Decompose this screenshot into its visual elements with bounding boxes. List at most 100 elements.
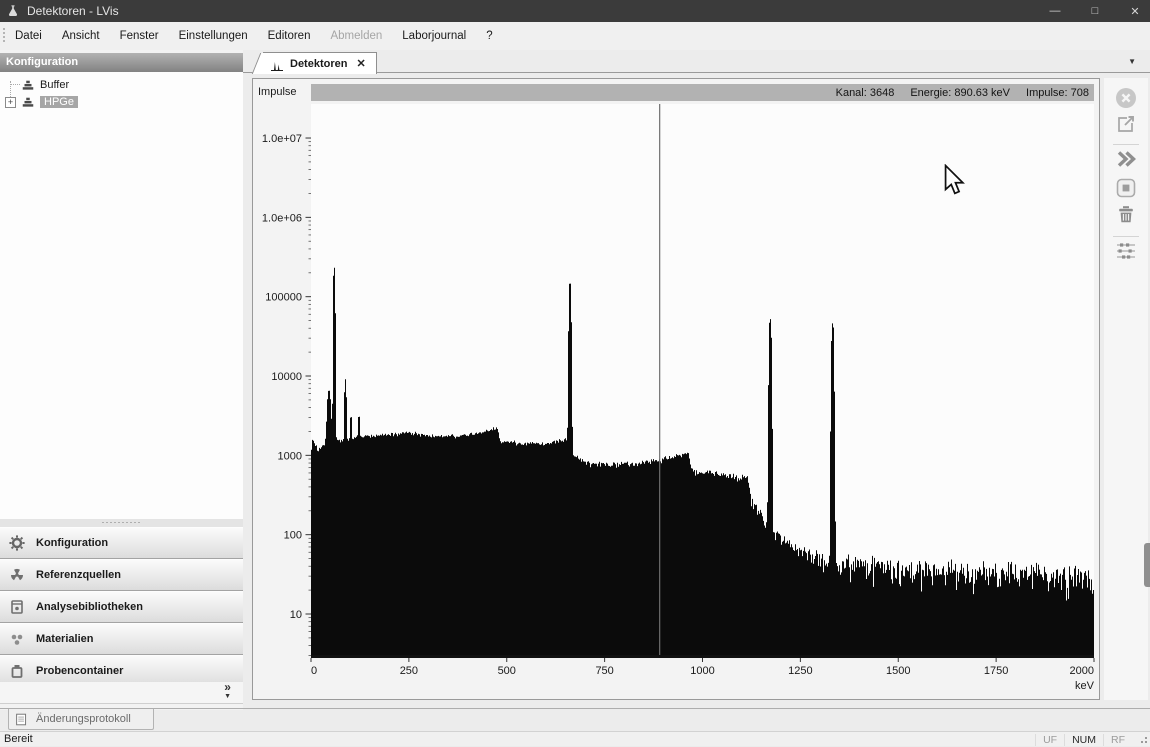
sidebar-item-konfiguration[interactable]: Konfiguration xyxy=(0,527,243,559)
scrollbar-thumb[interactable] xyxy=(1144,543,1150,587)
readout-segment-2: Impulse: 708 xyxy=(1026,87,1089,99)
tab-list-dropdown-icon[interactable]: ▼ xyxy=(1128,57,1136,66)
y-axis-title: Impulse xyxy=(258,86,297,98)
x-tick-label: 1000 xyxy=(690,665,714,677)
title-bar: Detektoren - LVis — □ ✕ xyxy=(0,0,1150,22)
reference-source-icon xyxy=(9,567,27,583)
status-text: Bereit xyxy=(4,733,33,745)
tab-aenderungsprotokoll[interactable]: Änderungsprotokoll xyxy=(8,709,154,730)
chevron-right-icon: » xyxy=(224,683,231,692)
toolbar-divider xyxy=(1113,144,1139,145)
plot-area: 0 250 500 750 1000 1250 1500 1750 2000 keV xyxy=(311,104,1095,692)
y-tick-label: 1.0e+07 xyxy=(262,133,302,145)
menu-item-datei[interactable]: Datei xyxy=(5,22,52,50)
indicator-rf: RF xyxy=(1103,734,1132,746)
y-tick-label: 1000 xyxy=(278,450,302,462)
x-tick-label: 2000 xyxy=(1070,665,1094,677)
sidebar-item-analysebibliotheken[interactable]: Analysebibliotheken xyxy=(0,591,243,623)
y-tick-label: 1.0e+06 xyxy=(262,212,302,224)
window-title: Detektoren - LVis xyxy=(27,4,119,18)
x-tick-label: 250 xyxy=(400,665,418,677)
keyboard-indicators: UFNUMRF xyxy=(1035,732,1132,747)
config-tree: Buffer + HPGe xyxy=(0,72,243,519)
spectrum-tab-icon xyxy=(271,58,283,76)
sidebar-header: Konfiguration xyxy=(0,53,243,72)
menu-item-einstellungen[interactable]: Einstellungen xyxy=(169,22,258,50)
maximize-button[interactable]: □ xyxy=(1088,5,1102,17)
tree-item-buffer[interactable]: Buffer xyxy=(0,76,243,93)
tab-strip: Detektoren ✕ ▼ xyxy=(243,50,1150,73)
menu-bar: DateiAnsichtFensterEinstellungenEditoren… xyxy=(0,22,1150,51)
sample-container-icon xyxy=(9,663,27,679)
indicator-uf: UF xyxy=(1035,734,1064,746)
indicator-num: NUM xyxy=(1064,734,1103,746)
spectrum-panel: Impulse Kanal: 3648 Energie: 890.63 keV Im… xyxy=(252,78,1100,700)
sidebar-item-label: Konfiguration xyxy=(36,537,108,549)
adjust-settings-button[interactable] xyxy=(1116,242,1136,265)
document-icon xyxy=(15,713,28,726)
log-tab-label: Änderungsprotokoll xyxy=(36,713,131,725)
app-flask-icon xyxy=(6,4,20,18)
sidebar: Konfiguration Buffer + HPGe ·········· Kon… xyxy=(0,50,244,710)
bottom-separator xyxy=(0,708,1150,709)
sidebar-bottom-strip: » ▼ xyxy=(0,682,243,704)
menu-item-fenster[interactable]: Fenster xyxy=(110,22,169,50)
export-spectrum-button[interactable] xyxy=(1116,114,1136,139)
sidebar-item-label: Probencontainer xyxy=(36,665,123,677)
sidebar-nav: Konfiguration Referenzquellen Analysebibli… xyxy=(0,527,243,687)
sidebar-item-referenzquellen[interactable]: Referenzquellen xyxy=(0,559,243,591)
sidebar-item-label: Analysebibliotheken xyxy=(36,601,143,613)
x-axis xyxy=(311,655,1094,658)
tree-item-hpge[interactable]: + HPGe xyxy=(0,93,243,110)
x-tick-label: 750 xyxy=(595,665,613,677)
y-tick-label: 10 xyxy=(290,609,302,621)
sidebar-item-label: Materialien xyxy=(36,633,93,645)
tab-detektoren[interactable]: Detektoren ✕ xyxy=(263,52,377,74)
x-tick-label: 0 xyxy=(311,665,317,677)
nav-overflow-button[interactable]: » ▼ xyxy=(224,683,231,701)
y-tick-label: 100000 xyxy=(265,292,302,304)
gear-icon xyxy=(9,535,27,551)
close-button[interactable]: ✕ xyxy=(1128,5,1142,18)
chevron-down-icon: ▼ xyxy=(224,692,231,701)
detector-icon xyxy=(21,95,35,114)
y-tick-label: 100 xyxy=(284,530,302,542)
x-tick-label: 1500 xyxy=(886,665,910,677)
materials-icon xyxy=(9,631,27,647)
tab-label: Detektoren xyxy=(290,58,347,70)
sidebar-item-materialien[interactable]: Materialien xyxy=(0,623,243,655)
status-bar: Bereit UFNUMRF xyxy=(0,731,1150,746)
x-tick-label: 1750 xyxy=(984,665,1008,677)
menu-item-laborjournal[interactable]: Laborjournal xyxy=(392,22,476,50)
clear-spectrum-button[interactable] xyxy=(1116,205,1136,230)
spectrum-plot[interactable]: 10 100 1000 10000 100000 1.0e+06 1.0e+07 0 250 50… xyxy=(253,101,1101,701)
spectrum-toolbar xyxy=(1104,78,1148,700)
x-tick-label: 1250 xyxy=(788,665,812,677)
readout-segment-1: Energie: 890.63 keV xyxy=(910,87,1010,99)
expand-toolbar-button[interactable] xyxy=(1116,150,1136,173)
tree-item-label: HPGe xyxy=(40,96,78,108)
mouse-cursor xyxy=(944,164,966,202)
minimize-button[interactable]: — xyxy=(1048,5,1062,17)
y-tick-label: 10000 xyxy=(271,371,302,383)
x-tick-label: 500 xyxy=(498,665,516,677)
menu-item-editoren[interactable]: Editoren xyxy=(258,22,321,50)
sidebar-item-label: Referenzquellen xyxy=(36,569,121,581)
readout-segment-0: Kanal: 3648 xyxy=(836,87,895,99)
menu-item-ansicht[interactable]: Ansicht xyxy=(52,22,110,50)
panel-splitter[interactable]: ·········· xyxy=(0,519,243,527)
x-axis-unit-label: keV xyxy=(1075,680,1095,692)
menu-item-?[interactable]: ? xyxy=(476,22,502,50)
menu-item-abmelden: Abmelden xyxy=(320,22,392,50)
stop-acquisition-button[interactable] xyxy=(1116,178,1136,203)
expand-plus-icon[interactable]: + xyxy=(5,97,16,108)
tab-close-icon[interactable]: ✕ xyxy=(356,57,365,70)
main-area: Detektoren ✕ ▼ Impulse Kanal: 3648 Energi… xyxy=(243,50,1150,710)
resize-grip-icon[interactable] xyxy=(1139,735,1147,743)
toolbar-divider xyxy=(1113,236,1139,237)
cursor-readout-bar: Kanal: 3648 Energie: 890.63 keV Impulse: 7… xyxy=(311,84,1094,101)
close-spectrum-button[interactable] xyxy=(1115,87,1137,114)
analysis-library-icon xyxy=(9,599,27,615)
tree-item-label: Buffer xyxy=(40,79,69,91)
tree-connector xyxy=(11,84,20,85)
